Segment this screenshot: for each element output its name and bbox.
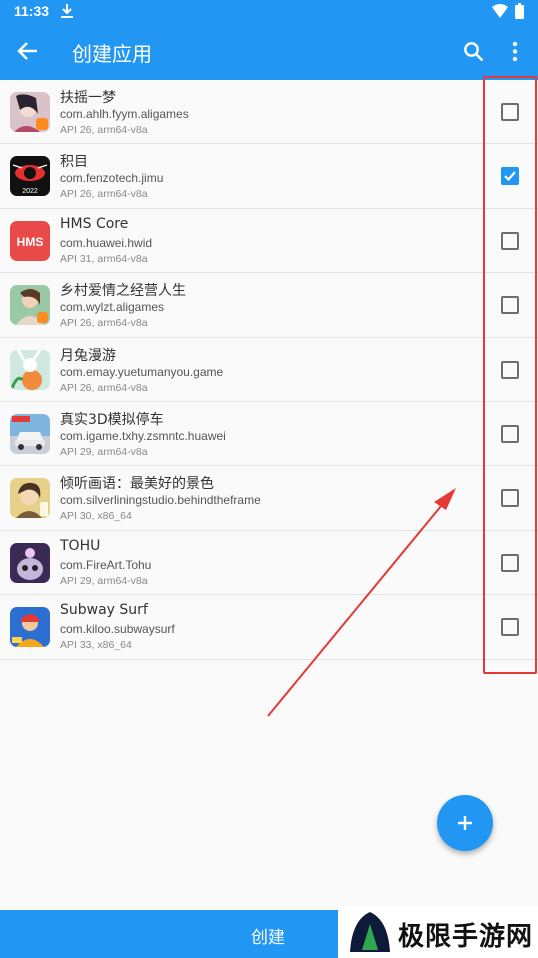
hms-icon-text: HMS [17, 235, 44, 249]
app-package: com.huawei.hwid [60, 235, 153, 250]
app-package: com.ahlh.fyym.aligames [60, 107, 189, 121]
site-watermark: 极限手游网 [338, 906, 538, 958]
page-title: 创建应用 [72, 42, 152, 66]
app-name: 真实3D模拟停车 [60, 411, 164, 428]
app-row[interactable]: 真实3D模拟停车 com.igame.txhy.zsmntc.huawei AP… [0, 401, 538, 467]
app-row[interactable]: 乡村爱情之经营人生 com.wylzt.aligames API 26, arm… [0, 273, 538, 338]
app-row[interactable]: 扶摇一梦 com.ahlh.fyym.aligames API 26, arm6… [0, 80, 538, 145]
xiangcun-icon [10, 285, 50, 326]
app-package: com.igame.txhy.zsmntc.huawei [60, 428, 226, 443]
app-list: 扶摇一梦 com.ahlh.fyym.aligames API 26, arm6… [0, 80, 538, 660]
watermark-text: 极限手游网 [398, 922, 534, 952]
app-name: 月兔漫游 [60, 347, 116, 364]
app-row[interactable]: 2022 积目 com.fenzotech.jimu API 26, arm64… [0, 144, 538, 209]
app-package: com.FireArt.Tohu [60, 557, 152, 572]
wifi-icon [492, 4, 508, 18]
plus-icon [458, 816, 472, 830]
app-api: API 26, arm64-v8a [60, 317, 148, 330]
battery-icon [515, 3, 524, 19]
jimu-icon: 2022 [10, 156, 50, 197]
app-name: 扶摇一梦 [60, 90, 116, 106]
app-api: API 29, arm64-v8a [60, 445, 148, 458]
watermark-logo-icon [350, 912, 390, 952]
app-name: 积目 [60, 154, 88, 171]
app-package: com.emay.yuetumanyou.game [60, 364, 224, 379]
app-api: API 29, arm64-v8a [60, 574, 148, 587]
app-name: HMS Core [60, 215, 129, 232]
app-name: Subway Surf [60, 602, 148, 619]
app-package: com.kiloo.subwaysurf [60, 622, 175, 637]
hms-icon: HMS [10, 220, 50, 261]
status-bar: 11:33 [0, 0, 538, 24]
app-row[interactable]: Subway Surf com.kiloo.subwaysurf API 33,… [0, 595, 538, 660]
parking-icon [10, 413, 50, 454]
app-name: 倾听画语：最美好的景色 [60, 476, 214, 493]
app-package: com.wylzt.aligames [60, 300, 165, 315]
app-api: API 31, arm64-v8a [60, 252, 148, 265]
subway-icon [10, 607, 50, 648]
app-package: com.fenzotech.jimu [60, 171, 164, 186]
app-row[interactable]: 倾听画语：最美好的景色 com.silverliningstudio.behin… [0, 466, 538, 531]
app-row[interactable]: TOHU com.FireArt.Tohu API 29, arm64-v8a [0, 530, 538, 596]
app-package: com.silverliningstudio.behindtheframe [60, 493, 261, 508]
more-options-icon[interactable] [505, 41, 525, 62]
jimu-icon-text: 2022 [22, 188, 38, 195]
app-bar: 创建应用 [0, 24, 538, 80]
app-api: API 33, x86_64 [60, 639, 132, 652]
search-icon[interactable] [463, 41, 484, 62]
top-bar: 11:33 创建应用 [0, 0, 538, 80]
app-api: API 26, arm64-v8a [60, 188, 148, 201]
app-row[interactable]: HMS HMS Core com.huawei.hwid API 31, arm… [0, 208, 538, 274]
behindframe-icon [10, 478, 50, 519]
create-button[interactable]: 创建 [251, 923, 285, 948]
annotation-highlight-box [483, 76, 537, 674]
app-api: API 26, arm64-v8a [60, 381, 148, 394]
app-api: API 26, arm64-v8a [60, 124, 148, 136]
app-name: TOHU [60, 537, 101, 554]
status-time: 11:33 [14, 3, 50, 19]
add-fab-button[interactable] [437, 795, 493, 851]
tohu-icon [10, 542, 50, 583]
app-row[interactable]: 月兔漫游 com.emay.yuetumanyou.game API 26, a… [0, 337, 538, 402]
app-api: API 30, x86_64 [60, 510, 132, 523]
app-name: 乡村爱情之经营人生 [60, 283, 186, 300]
back-arrow-icon[interactable] [17, 40, 39, 62]
yuetu-icon [10, 349, 50, 390]
download-icon [61, 4, 73, 18]
fuyao-icon [10, 92, 50, 132]
